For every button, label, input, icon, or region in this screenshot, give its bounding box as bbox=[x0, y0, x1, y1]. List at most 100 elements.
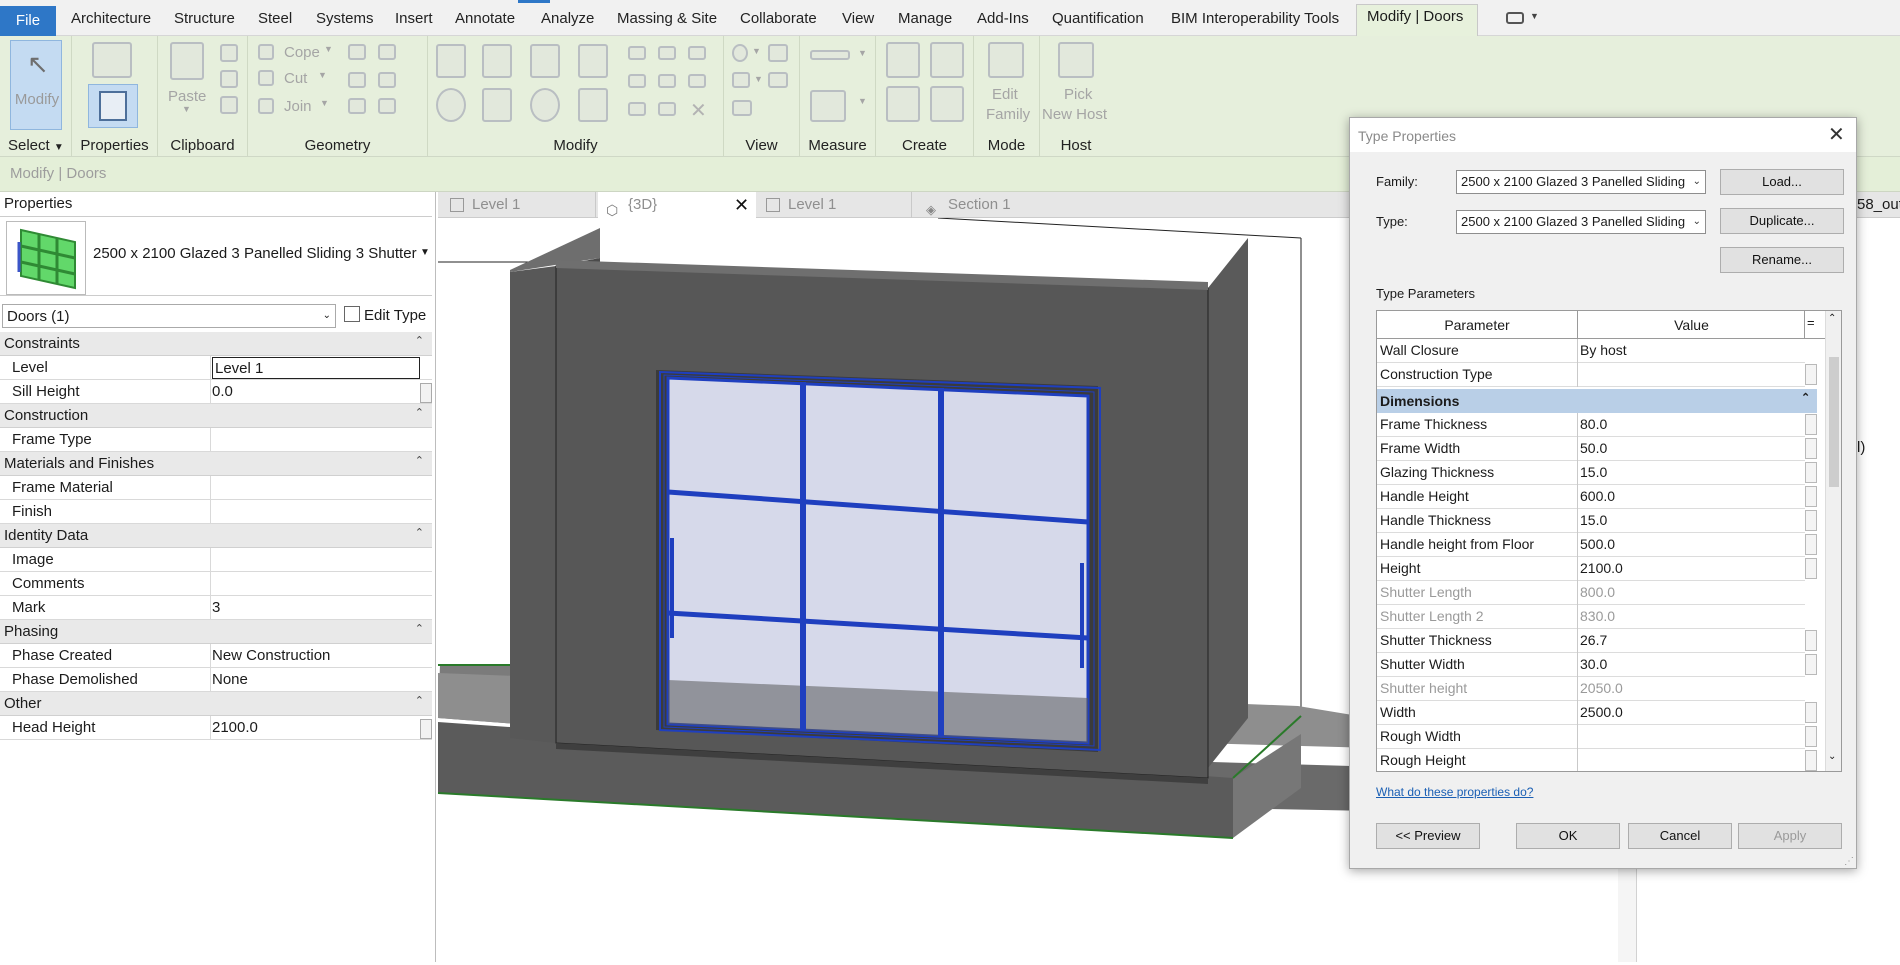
scroll-thumb[interactable] bbox=[1829, 357, 1839, 487]
edit-family-icon[interactable] bbox=[988, 42, 1024, 78]
tab-systems[interactable]: Systems bbox=[316, 8, 374, 30]
copy-icon[interactable] bbox=[220, 70, 238, 88]
paste-dropdown-icon[interactable]: ▼ bbox=[182, 104, 191, 114]
param-value[interactable]: 15.0 bbox=[1580, 464, 1607, 480]
rotate-icon[interactable] bbox=[530, 88, 560, 122]
tab-manage[interactable]: Manage bbox=[898, 8, 952, 30]
group-dimensions[interactable]: Dimensions ⌃ bbox=[1377, 389, 1817, 413]
formula-button[interactable] bbox=[1805, 750, 1817, 771]
linework-icon[interactable] bbox=[732, 72, 750, 88]
tab-architecture[interactable]: Architecture bbox=[71, 8, 151, 30]
formula-button[interactable] bbox=[1805, 364, 1817, 385]
level-input[interactable]: Level 1 bbox=[212, 357, 420, 379]
category-materials-finishes[interactable]: Materials and Finishes ⌃ bbox=[0, 452, 432, 476]
formula-button[interactable] bbox=[1805, 414, 1817, 435]
param-value[interactable]: 2100.0 bbox=[1580, 560, 1623, 576]
formula-button[interactable] bbox=[1805, 702, 1817, 723]
tab-collaborate[interactable]: Collaborate bbox=[740, 8, 817, 30]
wall-closure-value[interactable]: By host bbox=[1580, 342, 1627, 358]
properties-toggle-button[interactable] bbox=[88, 84, 138, 128]
mirror-axis-icon[interactable] bbox=[530, 44, 560, 78]
paint-icon[interactable] bbox=[378, 44, 396, 60]
create-assembly-icon[interactable] bbox=[886, 42, 920, 78]
category-construction[interactable]: Construction ⌃ bbox=[0, 404, 432, 428]
scroll-down-icon[interactable]: ⌄ bbox=[1828, 751, 1836, 762]
scale-icon[interactable] bbox=[658, 74, 676, 88]
collapse-icon[interactable]: ⌃ bbox=[415, 622, 424, 635]
formula-button[interactable] bbox=[1805, 630, 1817, 651]
dimension-dropdown-icon[interactable]: ▼ bbox=[858, 96, 867, 106]
pick-new-host-icon[interactable] bbox=[1058, 42, 1094, 78]
scroll-up-icon[interactable]: ⌃ bbox=[1828, 313, 1836, 324]
param-value[interactable]: 26.7 bbox=[1580, 632, 1607, 648]
formula-button[interactable] bbox=[1805, 534, 1817, 555]
wall-joins-icon[interactable] bbox=[348, 44, 366, 60]
formula-button[interactable] bbox=[1805, 486, 1817, 507]
view-tab-level-1[interactable]: Level 1 bbox=[442, 192, 596, 218]
head-height-value[interactable]: 2100.0 bbox=[212, 719, 258, 736]
collapse-icon[interactable]: ⌃ bbox=[415, 454, 424, 467]
create-group-icon[interactable] bbox=[886, 86, 920, 122]
formula-button[interactable] bbox=[1805, 558, 1817, 579]
trim-extend-icon[interactable] bbox=[628, 102, 646, 116]
formula-button[interactable] bbox=[1805, 462, 1817, 483]
category-other[interactable]: Other ⌃ bbox=[0, 692, 432, 716]
phase-created-value[interactable]: New Construction bbox=[212, 647, 330, 664]
type-properties-icon[interactable] bbox=[92, 42, 132, 78]
instance-filter-dropdown[interactable]: Doors (1) ⌄ bbox=[2, 304, 336, 328]
tab-modify-doors[interactable]: Modify | Doors bbox=[1356, 4, 1478, 36]
param-value[interactable]: 2050.0 bbox=[1580, 680, 1623, 696]
filter-icon[interactable] bbox=[732, 100, 752, 116]
collapse-icon[interactable]: ⌃ bbox=[415, 694, 424, 707]
pick-tool-icon[interactable] bbox=[378, 98, 396, 114]
view-tab-level-1-ceiling[interactable]: Level 1 bbox=[758, 192, 912, 218]
extend-icon[interactable] bbox=[658, 102, 676, 116]
join-button[interactable]: Join bbox=[284, 98, 312, 115]
demolish-icon[interactable] bbox=[378, 72, 396, 88]
tab-file[interactable]: File bbox=[0, 6, 56, 36]
tab-insert[interactable]: Insert bbox=[395, 8, 433, 30]
formula-button[interactable] bbox=[1805, 654, 1817, 675]
close-icon[interactable]: ✕ bbox=[1828, 122, 1845, 147]
param-value[interactable]: 600.0 bbox=[1580, 488, 1615, 504]
apply-button[interactable]: Apply bbox=[1738, 823, 1842, 849]
measure-distance-icon[interactable] bbox=[810, 50, 850, 60]
tab-add-ins[interactable]: Add-Ins bbox=[977, 8, 1029, 30]
tab-analyze[interactable]: Analyze bbox=[541, 8, 594, 30]
create-parts-icon[interactable] bbox=[930, 42, 964, 78]
param-value[interactable]: 2500.0 bbox=[1580, 704, 1623, 720]
sill-height-value[interactable]: 0.0 bbox=[212, 383, 233, 400]
param-value[interactable]: 80.0 bbox=[1580, 416, 1607, 432]
formula-button[interactable] bbox=[1805, 510, 1817, 531]
tab-massing-site[interactable]: Massing & Site bbox=[617, 8, 717, 30]
tab-quantification[interactable]: Quantification bbox=[1052, 8, 1144, 30]
measure-dropdown-icon[interactable]: ▼ bbox=[858, 48, 867, 58]
tab-bim-interoperability[interactable]: BIM Interoperability Tools bbox=[1171, 8, 1339, 30]
collapse-icon[interactable]: ⌃ bbox=[415, 334, 424, 347]
type-selector[interactable]: 2500 x 2100 Glazed 3 Panelled Sliding 3 … bbox=[0, 216, 432, 296]
tab-structure[interactable]: Structure bbox=[174, 8, 235, 30]
load-button[interactable]: Load... bbox=[1720, 169, 1844, 195]
formula-button[interactable] bbox=[1805, 726, 1817, 747]
cope-dropdown-icon[interactable]: ▼ bbox=[324, 44, 333, 54]
hide-dropdown-icon[interactable]: ▼ bbox=[752, 46, 761, 56]
offset-icon[interactable] bbox=[482, 44, 512, 78]
move-icon[interactable] bbox=[436, 88, 466, 122]
create-similar-icon[interactable] bbox=[930, 86, 964, 122]
collapse-icon[interactable]: ⌃ bbox=[1801, 391, 1810, 404]
param-value[interactable]: 15.0 bbox=[1580, 512, 1607, 528]
dimension-icon[interactable] bbox=[810, 90, 846, 122]
duplicate-button[interactable]: Duplicate... bbox=[1720, 208, 1844, 234]
param-value[interactable]: 50.0 bbox=[1580, 440, 1607, 456]
copy-element-icon[interactable] bbox=[482, 88, 512, 122]
paste-label[interactable]: Paste bbox=[168, 88, 206, 105]
type-dropdown-icon[interactable]: ▼ bbox=[420, 247, 430, 258]
type-combo[interactable]: 2500 x 2100 Glazed 3 Panelled Sliding ⌄ bbox=[1456, 210, 1706, 234]
param-value[interactable]: 500.0 bbox=[1580, 536, 1615, 552]
param-button[interactable] bbox=[420, 719, 432, 739]
formula-button[interactable] bbox=[1805, 438, 1817, 459]
phase-demolished-value[interactable]: None bbox=[212, 671, 248, 688]
cope-button[interactable]: Cope bbox=[284, 44, 320, 61]
param-value[interactable]: 30.0 bbox=[1580, 656, 1607, 672]
panel-toggle-icon[interactable] bbox=[1506, 12, 1524, 24]
